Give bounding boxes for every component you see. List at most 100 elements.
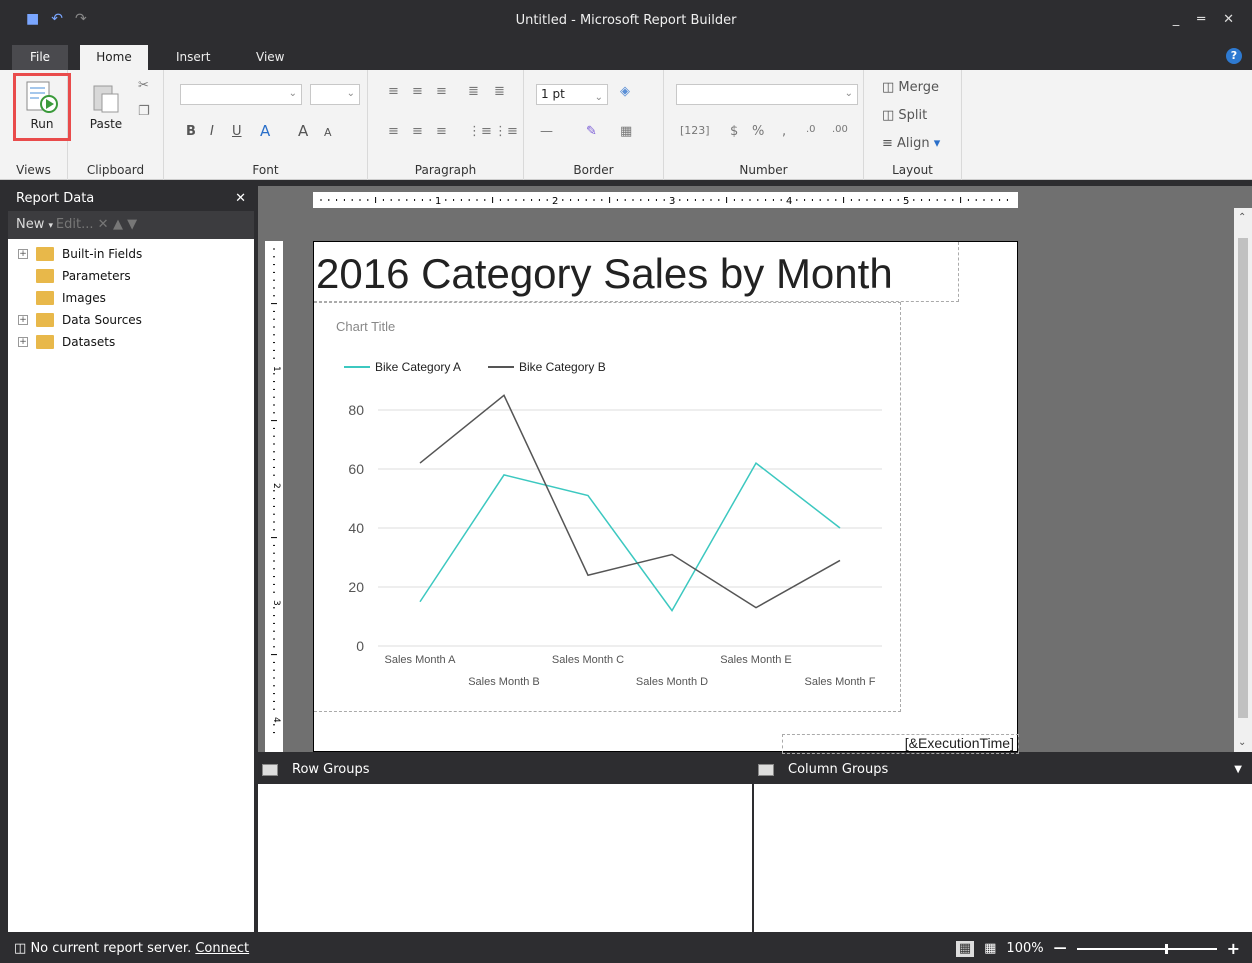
align-bottom-icon[interactable]: ≡ bbox=[436, 124, 447, 139]
tab-view[interactable]: View bbox=[240, 45, 300, 70]
folder-icon bbox=[36, 247, 54, 261]
comma-icon[interactable]: , bbox=[782, 124, 786, 139]
underline-icon[interactable]: U bbox=[232, 124, 242, 139]
run-label: Run bbox=[30, 117, 54, 131]
execution-time-textbox[interactable]: [&ExecutionTime] bbox=[782, 734, 1019, 754]
delete-icon[interactable]: ✕ bbox=[98, 217, 113, 232]
edit-button[interactable]: Edit... bbox=[56, 217, 94, 232]
x-tick-label: Sales Month D bbox=[636, 676, 708, 688]
paragraph-group: ≡ ≡ ≡ ≣ ≣ ≡ ≡ ≡ ⋮≡ ⋮≡ Paragraph bbox=[368, 70, 524, 180]
folder-icon bbox=[36, 291, 54, 305]
placeholder-icon[interactable]: [123] bbox=[680, 124, 710, 137]
move-up-icon[interactable]: ▲ bbox=[113, 217, 127, 232]
zoom-slider[interactable] bbox=[1076, 943, 1217, 955]
align-button[interactable]: ≡ Align ▾ bbox=[882, 136, 940, 151]
tree-item-built-in-fields[interactable]: + Built-in Fields bbox=[12, 243, 254, 265]
server-status-text: No current report server. bbox=[30, 941, 192, 956]
column-groups-list[interactable] bbox=[754, 784, 1252, 932]
help-icon[interactable]: ? bbox=[1226, 48, 1242, 64]
align-center-icon[interactable]: ≡ bbox=[412, 84, 423, 99]
move-down-icon[interactable]: ▼ bbox=[127, 217, 137, 232]
connect-link[interactable]: Connect bbox=[195, 941, 249, 956]
border-style-icon[interactable]: — bbox=[540, 124, 553, 139]
tree-item-parameters[interactable]: Parameters bbox=[12, 265, 254, 287]
scroll-up-icon[interactable]: ⌃ bbox=[1238, 212, 1246, 223]
chart-region[interactable]: Chart Title Bike Category A Bike Category … bbox=[314, 302, 901, 712]
zoom-in-icon[interactable]: + bbox=[1227, 934, 1240, 963]
tab-file[interactable]: File bbox=[12, 45, 68, 70]
currency-icon[interactable]: $ bbox=[730, 124, 738, 139]
number-group: ⌄ [123] $ % , .0 .00 Number bbox=[664, 70, 864, 180]
preview-view-icon[interactable]: ▦ bbox=[984, 934, 996, 963]
borders-icon[interactable]: ▦ bbox=[620, 124, 632, 139]
views-group: Run Views bbox=[0, 70, 71, 180]
row-groups-list[interactable] bbox=[258, 784, 752, 932]
paste-button[interactable]: Paste bbox=[86, 82, 126, 131]
decrease-decimal-icon[interactable]: .00 bbox=[832, 124, 848, 135]
align-middle-icon[interactable]: ≡ bbox=[412, 124, 423, 139]
new-dropdown-icon[interactable]: ▾ bbox=[49, 221, 56, 231]
merge-button[interactable]: ◫ Merge bbox=[882, 80, 939, 95]
border-width-value: 1 pt bbox=[541, 87, 565, 101]
cut-icon[interactable]: ✂ bbox=[138, 78, 149, 93]
groups-dropdown-icon[interactable]: ▼ bbox=[1234, 756, 1242, 784]
align-left-icon[interactable]: ≡ bbox=[388, 84, 399, 99]
close-window-icon[interactable]: ✕ bbox=[1223, 12, 1234, 27]
paragraph-label: Paragraph bbox=[414, 163, 477, 177]
decrease-indent-icon[interactable]: ≣ bbox=[468, 84, 479, 99]
new-button[interactable]: New bbox=[16, 217, 44, 232]
y-tick-label: 60 bbox=[348, 461, 364, 477]
align-right-icon[interactable]: ≡ bbox=[436, 84, 447, 99]
expand-icon[interactable]: + bbox=[18, 249, 28, 259]
font-size-select[interactable]: ⌄ bbox=[310, 84, 360, 105]
font-color-icon[interactable]: A bbox=[260, 122, 270, 140]
increase-decimal-icon[interactable]: .0 bbox=[806, 124, 816, 135]
scroll-down-icon[interactable]: ⌄ bbox=[1238, 737, 1246, 748]
run-button[interactable]: Run bbox=[20, 80, 64, 131]
maximize-icon[interactable]: ═ bbox=[1197, 12, 1205, 27]
clipboard-group: Paste ✂ ❐ Clipboard bbox=[68, 70, 164, 180]
tree-item-datasets[interactable]: + Datasets bbox=[12, 331, 254, 353]
expand-icon[interactable]: + bbox=[18, 315, 28, 325]
row-groups-panel: Row Groups bbox=[258, 756, 752, 932]
column-groups-label: Column Groups bbox=[788, 762, 889, 777]
number-label: Number bbox=[739, 163, 788, 177]
copy-icon[interactable]: ❐ bbox=[138, 104, 150, 119]
shrink-font-icon[interactable]: A bbox=[324, 126, 332, 139]
numbering-icon[interactable]: ⋮≡ bbox=[494, 124, 518, 139]
fill-color-icon[interactable]: ◈ bbox=[620, 84, 630, 99]
border-color-icon[interactable]: ✎ bbox=[586, 124, 597, 139]
tree-item-data-sources[interactable]: + Data Sources bbox=[12, 309, 254, 331]
close-panel-icon[interactable]: ✕ bbox=[235, 186, 246, 211]
report-page[interactable]: 2016 Category Sales by Month Chart Title… bbox=[313, 241, 1019, 754]
tree-item-images[interactable]: Images bbox=[12, 287, 254, 309]
zoom-out-icon[interactable]: — bbox=[1054, 934, 1067, 963]
align-top-icon[interactable]: ≡ bbox=[388, 124, 399, 139]
window-title: Untitled - Microsoft Report Builder bbox=[515, 13, 737, 28]
bold-icon[interactable]: B bbox=[186, 124, 196, 139]
report-data-title: Report Data bbox=[16, 191, 95, 206]
minimize-icon[interactable]: _ bbox=[1173, 12, 1180, 27]
report-title[interactable]: 2016 Category Sales by Month bbox=[316, 250, 893, 298]
bullets-icon[interactable]: ⋮≡ bbox=[468, 124, 492, 139]
tab-insert[interactable]: Insert bbox=[160, 45, 226, 70]
split-button[interactable]: ◫ Split bbox=[882, 108, 927, 123]
ruler-label: 1 bbox=[271, 366, 281, 372]
ribbon-tabs: File Home Insert View ? bbox=[0, 40, 1252, 70]
grow-font-icon[interactable]: A bbox=[298, 122, 308, 140]
line-chart[interactable]: Chart Title Bike Category A Bike Category … bbox=[314, 303, 901, 713]
tab-home[interactable]: Home bbox=[80, 45, 148, 70]
expand-icon[interactable]: + bbox=[18, 337, 28, 347]
scroll-thumb[interactable] bbox=[1238, 238, 1248, 718]
font-family-select[interactable]: ⌄ bbox=[180, 84, 302, 105]
design-surface[interactable]: 1 2 3 4 5 1 2 3 4 2016 Category Sales by Month … bbox=[258, 186, 1252, 754]
increase-indent-icon[interactable]: ≣ bbox=[494, 84, 505, 99]
border-width-select[interactable]: 1 pt ⌄ bbox=[536, 84, 608, 105]
report-data-tree: + Built-in Fields Parameters Images + Data… bbox=[8, 239, 254, 353]
vertical-scrollbar[interactable]: ⌃ ⌄ bbox=[1234, 208, 1252, 752]
x-tick-label: Sales Month E bbox=[720, 654, 792, 666]
design-view-icon[interactable]: ▦ bbox=[955, 940, 975, 957]
italic-icon[interactable]: I bbox=[210, 124, 214, 139]
percent-icon[interactable]: % bbox=[752, 124, 764, 139]
number-format-select[interactable]: ⌄ bbox=[676, 84, 858, 105]
